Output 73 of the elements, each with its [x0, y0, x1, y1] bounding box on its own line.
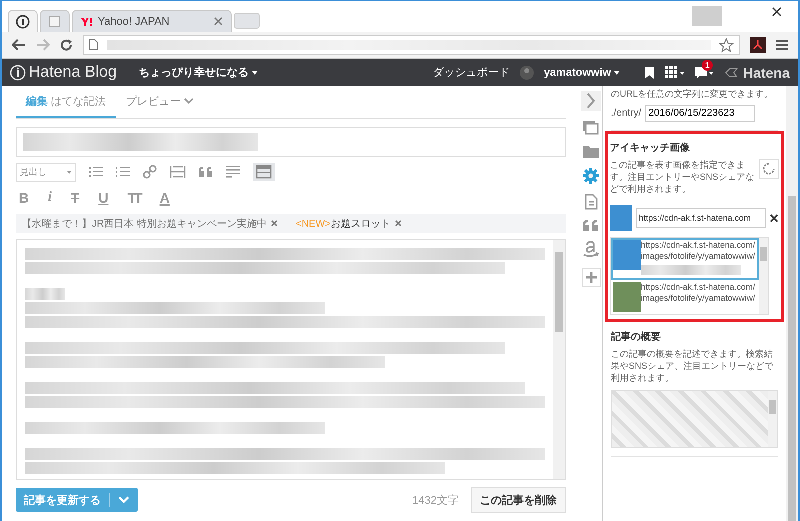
scrollbar[interactable]	[759, 238, 768, 314]
gear-icon[interactable]	[583, 168, 599, 184]
yahoo-favicon-icon	[81, 16, 93, 26]
body-textarea[interactable]	[16, 239, 566, 480]
blog-title-menu[interactable]: ちょっぴり幸せになる	[139, 65, 250, 80]
chevron-right-icon[interactable]	[586, 93, 596, 109]
notice-link[interactable]: <NEW>お題スロット	[296, 216, 392, 230]
image-candidate[interactable]: https://cdn-ak.f.st-hatena.com/images/fotolife/y/yamatowwiw/	[611, 238, 759, 280]
avatar-icon	[520, 66, 534, 80]
back-icon[interactable]	[12, 39, 26, 51]
quote-icon[interactable]	[199, 167, 213, 177]
refresh-button[interactable]	[759, 159, 779, 179]
url-description: のURLを任意の文字列に変更できます。	[611, 88, 774, 100]
bookmark-icon[interactable]	[644, 66, 656, 80]
summary-description: この記事の概要を記述できます。検索結果やSNSシェア、注目エントリーなどで利用されます。	[611, 348, 775, 384]
browser-tab[interactable]: Yahoo! JAPAN	[72, 10, 232, 32]
document-icon[interactable]	[584, 194, 598, 210]
close-icon[interactable]	[772, 7, 782, 17]
caret-icon[interactable]	[614, 70, 620, 74]
caret-icon[interactable]	[252, 70, 258, 74]
path-label: ./entry/	[611, 108, 642, 119]
delete-article-button[interactable]: この記事を削除	[471, 487, 566, 513]
hatena-logo-icon	[10, 64, 26, 80]
scrollbar[interactable]	[768, 391, 777, 447]
chevron-down-icon[interactable]	[118, 496, 130, 504]
star-icon[interactable]	[719, 38, 734, 52]
section-title: 記事の概要	[611, 330, 662, 344]
amazon-icon[interactable]	[583, 241, 599, 258]
caret-icon	[67, 170, 72, 174]
link-icon[interactable]	[143, 165, 157, 179]
scrollbar[interactable]	[553, 240, 565, 479]
chevron-down-icon	[184, 98, 194, 104]
table-button[interactable]	[253, 163, 275, 181]
character-count: 1432文字	[412, 494, 459, 508]
folder-icon[interactable]	[583, 145, 599, 158]
hatena-link[interactable]: Hatena	[743, 64, 790, 80]
page-icon	[89, 39, 99, 51]
grid-menu-icon[interactable]	[665, 66, 686, 79]
title-field[interactable]	[16, 127, 566, 157]
reload-icon[interactable]	[60, 38, 73, 52]
numbered-list-icon[interactable]	[116, 166, 130, 178]
hatena-mark-icon	[725, 68, 740, 78]
close-icon[interactable]	[770, 214, 779, 222]
more-lines-icon[interactable]	[226, 166, 240, 178]
bulleted-list-icon[interactable]	[89, 166, 103, 178]
notification-badge: 1	[702, 60, 713, 70]
photo-placeholder	[610, 205, 632, 231]
custom-url-field[interactable]: 2016/06/15/223623	[644, 105, 755, 122]
heading-select[interactable]: 見出し	[16, 162, 76, 182]
tab-title: Yahoo! JAPAN	[98, 16, 171, 28]
forward-icon[interactable]	[36, 39, 50, 51]
scrollbar[interactable]	[786, 86, 798, 521]
dashboard-link[interactable]: ダッシュボード	[433, 65, 510, 80]
plus-icon[interactable]	[586, 272, 596, 283]
hatena-blog-logo[interactable]: Hatena Blog	[29, 64, 118, 82]
page-favicon-icon	[49, 16, 61, 28]
section-title: アイキャッチ画像	[610, 142, 691, 155]
horizontal-rule-icon[interactable]	[170, 166, 186, 178]
pdf-extension-icon[interactable]	[750, 37, 766, 53]
blurred-text	[25, 288, 65, 300]
image-candidate[interactable]: https://cdn-ak.f.st-hatena.com/images/fotolife/y/yamatowwiw/	[611, 280, 759, 314]
hatena-favicon-icon	[16, 14, 30, 28]
browser-tab[interactable]	[8, 10, 38, 32]
address-field[interactable]	[83, 35, 740, 55]
photos-icon[interactable]	[583, 121, 599, 135]
image-url-field[interactable]: https://cdn-ak.f.st-hatena.com	[636, 208, 766, 228]
user-menu[interactable]: yamatowwiw	[544, 66, 612, 78]
menu-icon[interactable]	[776, 40, 788, 50]
notice-link[interactable]: 【水曜まで！】JR西日本 特別お題キャンペーン実施中	[22, 216, 267, 230]
quote-icon[interactable]	[583, 220, 599, 231]
editor-tab[interactable]: プレビュー	[116, 86, 204, 118]
eyecatch-description: この記事を表す画像を指定できます。注目エントリーやSNSシェアなどで利用されます。	[610, 159, 755, 195]
blurred-area	[692, 6, 722, 26]
